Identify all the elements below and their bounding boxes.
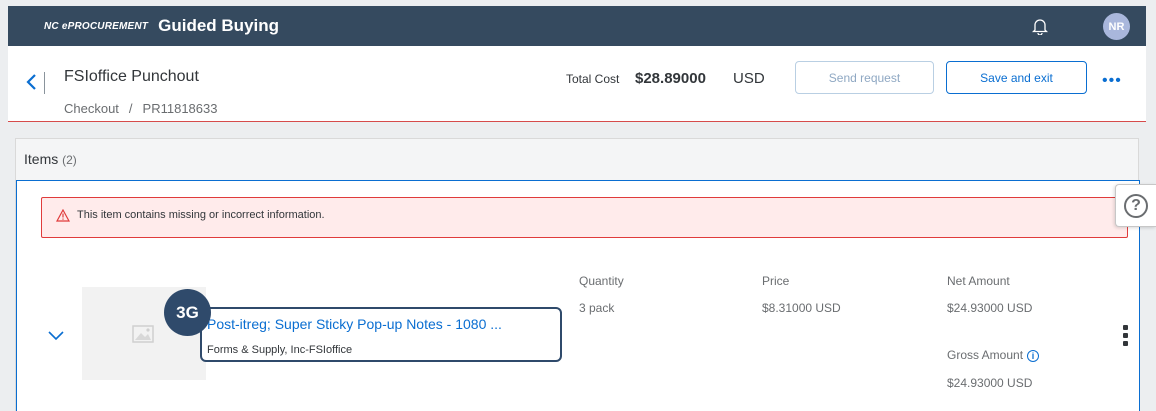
- price-label: Price: [762, 274, 790, 288]
- more-options-icon[interactable]: •••: [1102, 72, 1122, 90]
- quantity-value: 3 pack: [579, 301, 615, 315]
- notification-bell-icon[interactable]: [1032, 17, 1048, 35]
- gross-amount-label: Gross Amount: [947, 348, 1024, 362]
- breadcrumb-checkout[interactable]: Checkout: [64, 101, 119, 116]
- gross-amount-value: $24.93000 USD: [947, 376, 1033, 390]
- user-avatar[interactable]: NR: [1103, 13, 1130, 40]
- save-and-exit-button[interactable]: Save and exit: [946, 61, 1087, 94]
- shell-header: NC ePROCUREMENT Guided Buying NR: [8, 6, 1146, 46]
- error-message-text: This item contains missing or incorrect …: [77, 209, 325, 221]
- chevron-down-icon[interactable]: [48, 331, 64, 341]
- items-title-label: Items: [24, 151, 59, 167]
- items-count: (2): [62, 153, 77, 167]
- price-value: $8.31000 USD: [762, 301, 841, 315]
- question-mark-icon: ?: [1124, 193, 1148, 218]
- net-amount-value: $24.93000 USD: [947, 301, 1033, 315]
- page-title: FSIoffice Punchout: [64, 68, 199, 85]
- object-header: FSIoffice Punchout Checkout / PR11818633 T…: [8, 46, 1146, 122]
- total-cost-currency: USD: [733, 70, 765, 87]
- item-actions-icon[interactable]: [1123, 325, 1129, 347]
- items-section-title: Items (2): [24, 151, 77, 167]
- app-title: Guided Buying: [158, 16, 280, 35]
- back-arrow-icon[interactable]: [22, 70, 42, 94]
- send-request-button[interactable]: Send request: [795, 61, 934, 94]
- warning-icon: [56, 209, 70, 222]
- image-placeholder-icon: [132, 324, 154, 343]
- breadcrumb: Checkout / PR11818633: [64, 101, 217, 116]
- item-supplier: Forms & Supply, Inc-FSIoffice: [207, 344, 353, 356]
- quantity-label: Quantity: [579, 274, 624, 288]
- brand-logo-text: NC ePROCUREMENT: [44, 20, 149, 32]
- breadcrumb-requisition-id: PR11818633: [142, 101, 218, 116]
- net-amount-label: Net Amount: [947, 274, 1010, 288]
- step-badge: 3G: [164, 289, 211, 336]
- back-separator: [44, 72, 45, 94]
- total-cost-value: $28.89000: [635, 70, 706, 87]
- item-name-link[interactable]: Post-itreg; Super Sticky Pop-up Notes - …: [207, 316, 502, 332]
- help-button[interactable]: ?: [1115, 184, 1156, 227]
- breadcrumb-separator: /: [128, 101, 133, 116]
- gross-amount-label-row: Gross Amount i: [947, 348, 1040, 362]
- total-cost-label: Total Cost: [566, 72, 620, 86]
- info-icon[interactable]: i: [1027, 350, 1040, 362]
